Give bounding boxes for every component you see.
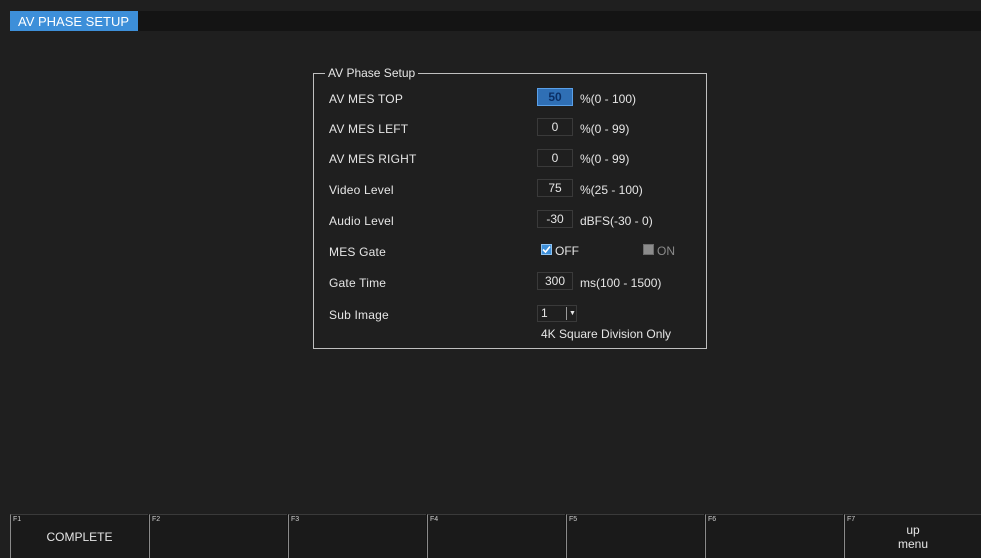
mes-gate-on-label: ON xyxy=(657,244,675,258)
audio-level-input[interactable]: -30 xyxy=(537,210,573,228)
title-bar: AV PHASE SETUP xyxy=(10,11,981,31)
sub-image-label: Sub Image xyxy=(329,308,389,322)
check-icon xyxy=(542,245,551,254)
sub-image-note: 4K Square Division Only xyxy=(541,327,672,341)
select-divider xyxy=(566,307,567,320)
function-key-bar: F1 COMPLETE F2 F3 F4 F5 F6 F7 up menu xyxy=(10,514,981,558)
f7-up-menu-button[interactable]: F7 up menu xyxy=(844,514,981,558)
av-mes-right-label: AV MES RIGHT xyxy=(329,152,417,166)
sub-image-select[interactable]: 1 ▼ xyxy=(537,305,577,322)
f2-button[interactable]: F2 xyxy=(149,514,287,558)
mes-gate-label: MES Gate xyxy=(329,245,386,259)
video-level-label: Video Level xyxy=(329,183,394,197)
av-mes-top-input[interactable]: 50 xyxy=(537,88,573,106)
chevron-down-icon: ▼ xyxy=(569,310,576,317)
fkey-label xyxy=(289,515,426,558)
f4-button[interactable]: F4 xyxy=(427,514,565,558)
fkey-label: COMPLETE xyxy=(46,529,113,544)
av-mes-top-unit: %(0 - 100) xyxy=(580,92,637,106)
mes-gate-on-checkbox[interactable] xyxy=(643,244,654,255)
fkey-label xyxy=(428,515,565,558)
f5-button[interactable]: F5 xyxy=(566,514,704,558)
f3-button[interactable]: F3 xyxy=(288,514,426,558)
audio-level-label: Audio Level xyxy=(329,214,394,228)
fkey-label: up menu xyxy=(897,522,929,551)
mes-gate-off-label: OFF xyxy=(555,244,579,258)
gate-time-input[interactable]: 300 xyxy=(537,272,573,290)
video-level-unit: %(25 - 100) xyxy=(580,183,643,197)
av-mes-right-unit: %(0 - 99) xyxy=(580,152,630,166)
f6-button[interactable]: F6 xyxy=(705,514,843,558)
mes-gate-off-checkbox[interactable] xyxy=(541,244,552,255)
gate-time-label: Gate Time xyxy=(329,276,387,290)
panel-legend: AV Phase Setup xyxy=(325,65,419,81)
video-level-input[interactable]: 75 xyxy=(537,179,573,197)
sub-image-value: 1 xyxy=(541,306,548,320)
f1-complete-button[interactable]: F1 COMPLETE xyxy=(10,514,148,558)
fkey-label xyxy=(706,515,843,558)
fkey-label xyxy=(150,515,287,558)
av-mes-top-label: AV MES TOP xyxy=(329,92,404,106)
audio-level-unit: dBFS(-30 - 0) xyxy=(580,214,653,228)
gate-time-unit: ms(100 - 1500) xyxy=(580,276,662,290)
av-mes-left-input[interactable]: 0 xyxy=(537,118,573,136)
page-title: AV PHASE SETUP xyxy=(10,11,138,31)
av-mes-left-label: AV MES LEFT xyxy=(329,122,409,136)
fkey-label xyxy=(567,515,704,558)
av-mes-right-input[interactable]: 0 xyxy=(537,149,573,167)
av-mes-left-unit: %(0 - 99) xyxy=(580,122,630,136)
